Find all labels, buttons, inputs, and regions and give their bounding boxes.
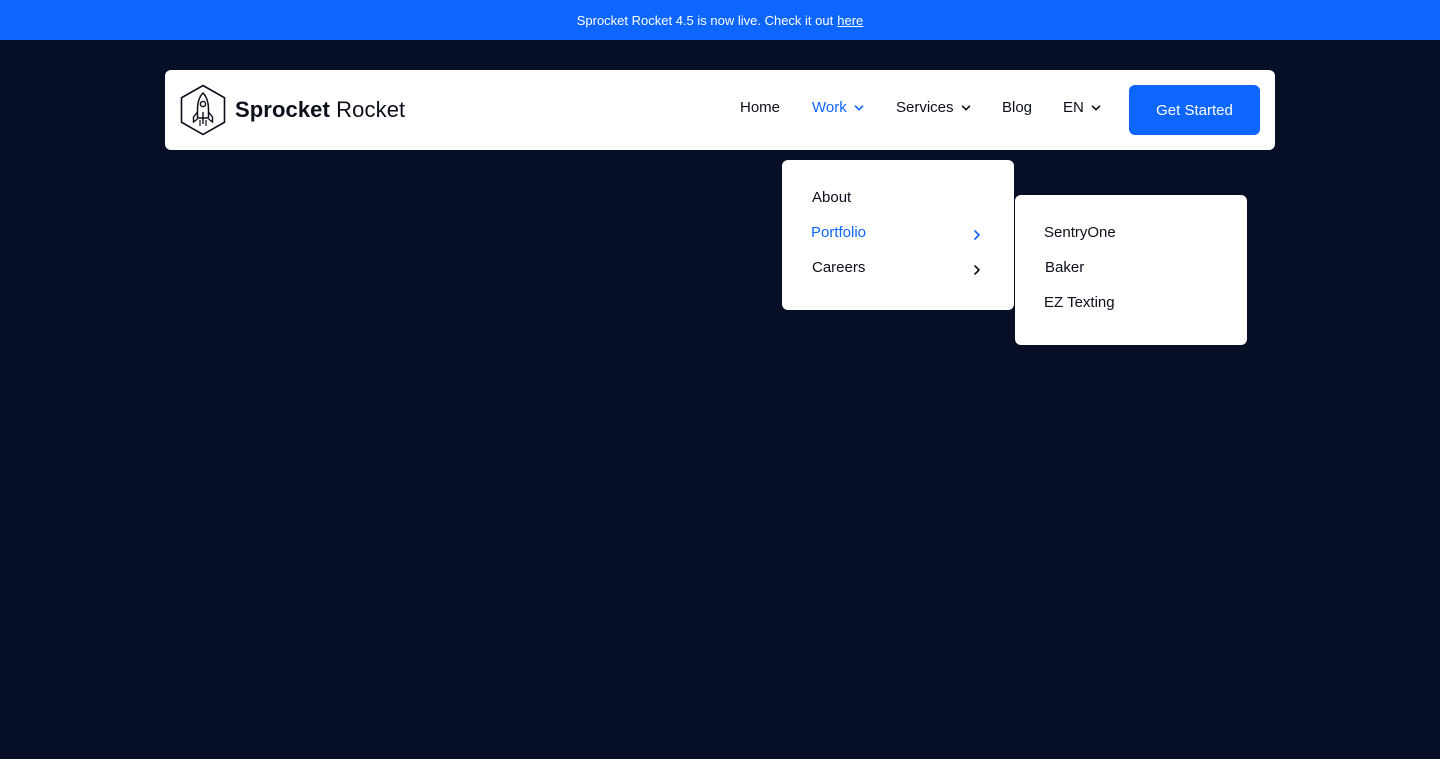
site-header: Sprocket Rocket Home Work Services Blog … [165,70,1275,150]
announcement-link[interactable]: here [837,13,863,28]
announcement-text: Sprocket Rocket 4.5 is now live. Check i… [576,12,834,28]
language-label: EN [1063,99,1084,116]
nav-item-label: Home [740,99,781,116]
chevron-down-icon [961,104,970,110]
chevron-right-icon[interactable] [972,229,982,241]
submenu-item-baker[interactable]: Baker [1045,259,1084,276]
menu-item-portfolio[interactable]: Portfolio [811,224,866,241]
chevron-down-icon [854,104,864,110]
chevron-down-icon [1091,104,1101,110]
chevron-right-icon[interactable] [972,264,982,276]
nav-item-blog[interactable]: Blog [1002,99,1032,116]
brand-name: Sprocket Rocket [235,97,405,123]
portfolio-submenu: SentryOne Baker EZ Texting [1015,195,1247,345]
menu-item-about[interactable]: About [812,189,851,206]
rocket-hexagon-logo-icon [180,84,226,136]
nav-item-home[interactable]: Home [740,99,780,116]
nav-item-services[interactable]: Services [896,99,971,116]
submenu-item-ez-texting[interactable]: EZ Texting [1044,294,1115,311]
brand-name-light: Rocket [336,97,406,122]
nav-item-label: Services [896,99,954,116]
announcement-bar: Sprocket Rocket 4.5 is now live. Check i… [0,0,1440,40]
brand-logo[interactable]: Sprocket Rocket [179,84,405,136]
nav-item-label: Work [812,99,847,116]
brand-name-bold: Sprocket [235,97,330,122]
nav-item-work[interactable]: Work [812,99,864,116]
nav-item-label: Blog [1002,99,1033,116]
menu-item-careers[interactable]: Careers [812,259,865,276]
work-dropdown-menu: About Portfolio Careers [782,160,1014,310]
submenu-item-sentryone[interactable]: SentryOne [1044,224,1116,241]
language-selector[interactable]: EN [1063,99,1101,116]
get-started-button[interactable]: Get Started [1129,85,1260,135]
